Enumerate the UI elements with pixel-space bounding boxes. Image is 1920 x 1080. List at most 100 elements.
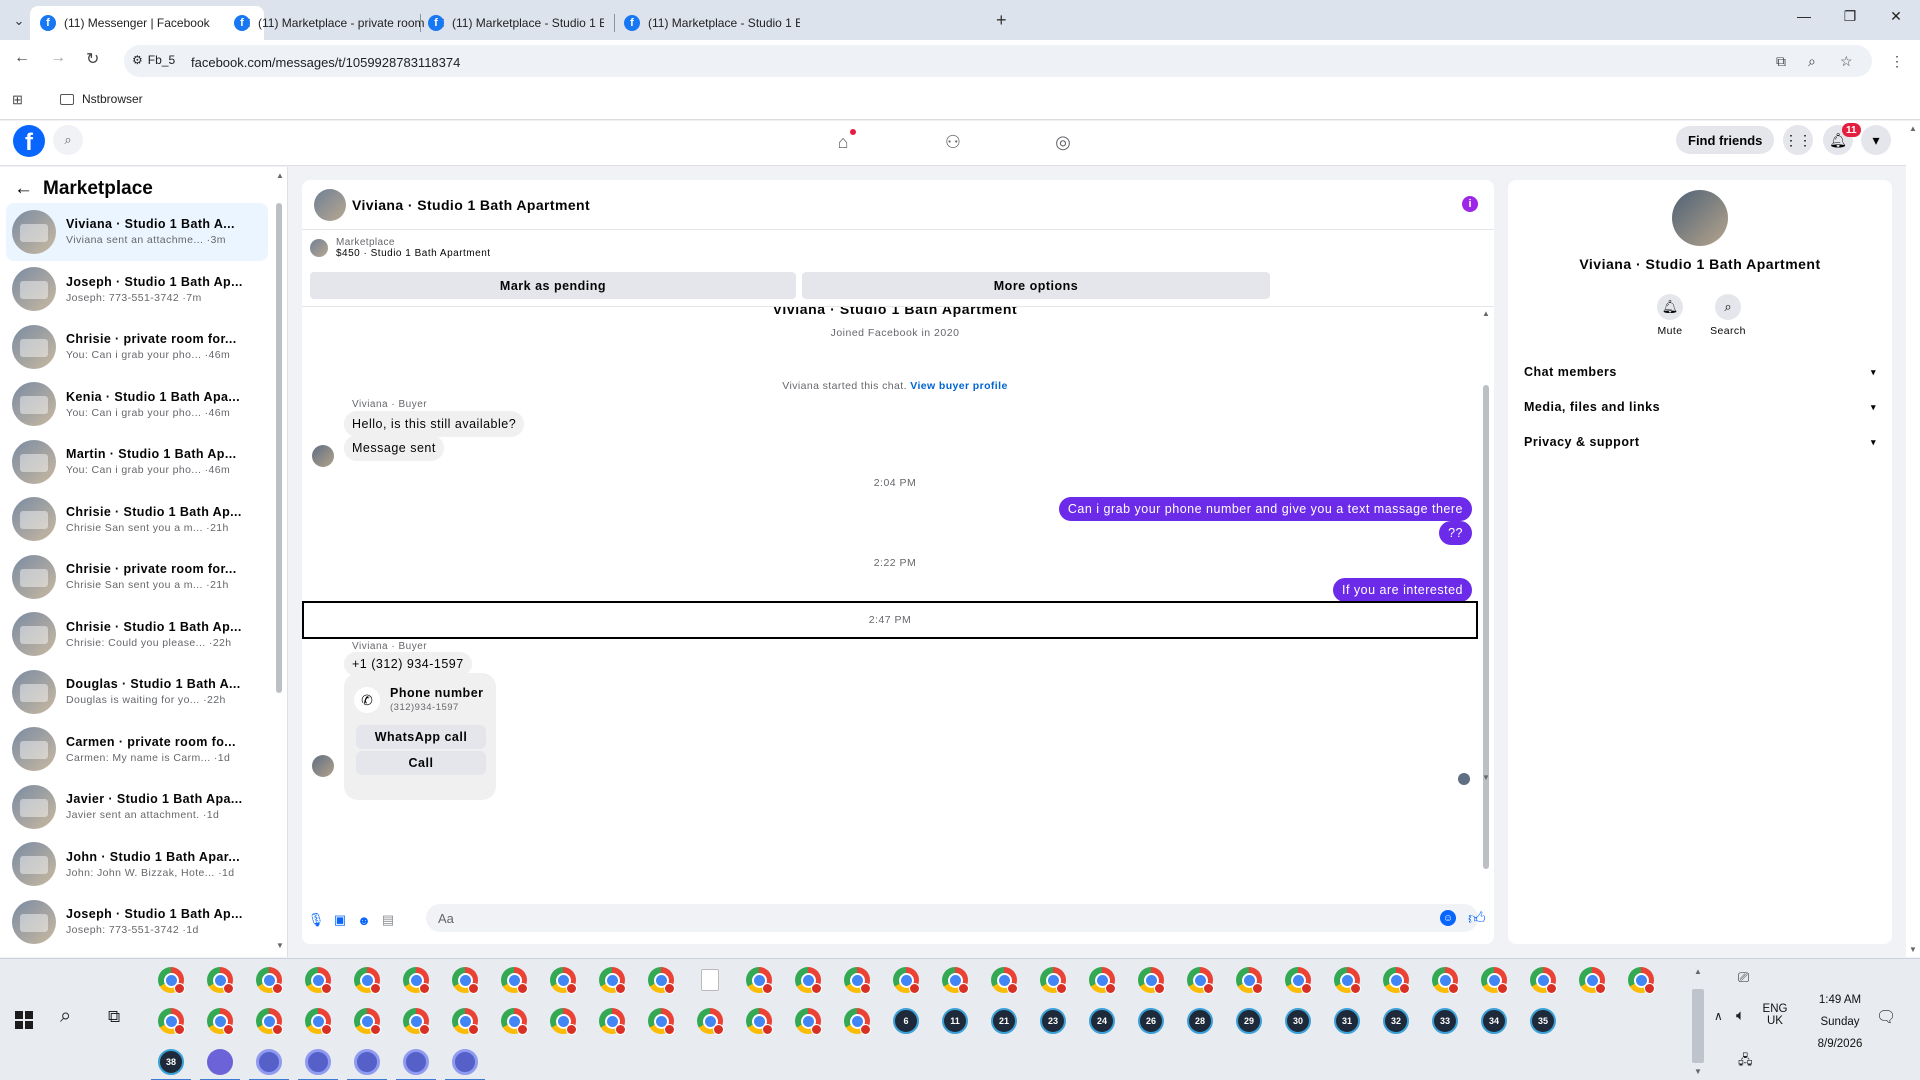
clock[interactable]: 1:49 AM Sunday 8/9/2026 <box>1800 989 1880 1055</box>
apps-grid-icon[interactable]: ⊞ <box>12 92 23 108</box>
input-language[interactable]: ENG UK <box>1760 1003 1790 1027</box>
chrome-profile-icon[interactable] <box>1530 967 1557 994</box>
gif-icon[interactable]: ▤ <box>380 912 396 928</box>
taskbar-scrollbar[interactable] <box>1692 989 1704 1063</box>
numbered-app-icon[interactable]: 31 <box>1334 1008 1360 1034</box>
task-view-icon[interactable]: ⧉ <box>108 1007 120 1027</box>
site-info-badge[interactable]: ⚙ Fb_5 <box>132 53 175 67</box>
outgoing-message[interactable]: If you are interested <box>1333 578 1472 602</box>
search-icon[interactable]: ⌕ <box>60 1005 71 1028</box>
zoom-icon[interactable]: ⌕ <box>1808 53 1816 70</box>
chrome-profile-icon[interactable] <box>1334 967 1361 994</box>
conversation-item[interactable]: Martin · Studio 1 Bath Ap... You: Can i g… <box>6 433 268 491</box>
chrome-profile-icon[interactable] <box>648 1008 675 1035</box>
reload-icon[interactable]: ↻ <box>86 49 99 69</box>
numbered-app-icon[interactable]: 35 <box>1530 1008 1556 1034</box>
chrome-profile-icon[interactable] <box>1187 967 1214 994</box>
back-arrow-icon[interactable]: ← <box>14 49 30 67</box>
chrome-profile-icon[interactable] <box>158 967 185 994</box>
chrome-profile-icon[interactable] <box>158 1008 185 1035</box>
windows-start-icon[interactable] <box>15 1011 33 1029</box>
url-text[interactable]: facebook.com/messages/t/1059928783118374 <box>191 55 460 70</box>
chrome-profile-icon[interactable] <box>354 1008 381 1035</box>
section-media-files-links[interactable]: Media, files and links ▾ <box>1520 394 1880 420</box>
chrome-profile-icon[interactable] <box>1089 967 1116 994</box>
numbered-app-icon[interactable]: 33 <box>1432 1008 1458 1034</box>
chromium-icon[interactable] <box>256 1049 282 1075</box>
chrome-profile-icon[interactable] <box>746 1008 773 1035</box>
chrome-profile-icon[interactable] <box>452 967 479 994</box>
volume-icon[interactable]: 🔈︎ <box>1736 1007 1745 1024</box>
avatar[interactable] <box>314 189 346 221</box>
chrome-profile-icon[interactable] <box>305 967 332 994</box>
new-tab-button[interactable]: + <box>996 10 1007 31</box>
sidebar-scrollbar[interactable] <box>276 203 282 693</box>
conversation-item[interactable]: Javier · Studio 1 Bath Apa... Javier sent… <box>6 778 268 836</box>
chrome-profile-icon[interactable] <box>1285 967 1312 994</box>
chromium-icon[interactable] <box>354 1049 380 1075</box>
thread-scrollbar[interactable] <box>1483 385 1489 869</box>
sticker-icon[interactable]: ☻ <box>356 912 372 928</box>
chrome-profile-icon[interactable] <box>1481 967 1508 994</box>
nstbrowser-icon[interactable] <box>207 1049 233 1075</box>
browser-tab-marketplace-studio[interactable]: f (11) Marketplace - Studio 1 Bath <box>418 6 614 40</box>
notification-center-icon[interactable]: 🗨︎ <box>1876 1007 1896 1027</box>
bookmark-star-icon[interactable]: ☆ <box>1840 53 1853 70</box>
scroll-up-icon[interactable]: ▲ <box>1482 309 1490 318</box>
numbered-app-icon[interactable]: 26 <box>1138 1008 1164 1034</box>
back-arrow-icon[interactable]: ← <box>14 178 33 200</box>
forward-arrow-icon[interactable]: → <box>50 49 66 67</box>
section-privacy-support[interactable]: Privacy & support ▾ <box>1520 429 1880 455</box>
conversation-item[interactable]: Viviana · Studio 1 Bath A... Viviana sent… <box>6 203 268 261</box>
chevron-up-icon[interactable]: ∧ <box>1714 1009 1723 1023</box>
page-scrollbar[interactable]: ▲ ▼ <box>1906 121 1920 957</box>
restore-button[interactable]: ❐ <box>1827 8 1873 25</box>
chrome-profile-icon[interactable] <box>354 967 381 994</box>
message-input[interactable] <box>426 904 1478 932</box>
tablet-mode-icon[interactable]: ⎚ <box>1738 969 1749 986</box>
mark-as-pending-button[interactable]: Mark as pending <box>310 272 796 299</box>
groups-icon[interactable]: ◎ <box>1048 127 1078 157</box>
emoji-icon[interactable]: ☺ <box>1440 910 1456 926</box>
microphone-icon[interactable]: 🎙︎ <box>308 912 325 928</box>
more-options-button[interactable]: More options <box>802 272 1270 299</box>
chromium-icon[interactable] <box>452 1049 478 1075</box>
avatar[interactable] <box>312 755 334 777</box>
chrome-profile-icon[interactable] <box>1628 967 1655 994</box>
chrome-profile-icon[interactable] <box>207 967 234 994</box>
info-icon[interactable]: i <box>1462 196 1478 212</box>
whatsapp-call-button[interactable]: WhatsApp call <box>356 725 486 749</box>
bookmark-folder-nstbrowser[interactable]: Nstbrowser <box>60 92 143 106</box>
chrome-profile-icon[interactable] <box>893 967 920 994</box>
numbered-app-icon[interactable]: 6 <box>893 1008 919 1034</box>
chrome-profile-icon[interactable] <box>256 967 283 994</box>
numbered-app-icon[interactable]: 38 <box>158 1049 184 1075</box>
search-icon[interactable]: ⌕ <box>53 125 83 155</box>
browser-menu-icon[interactable]: ⋮ <box>1890 53 1904 70</box>
chrome-profile-icon[interactable] <box>550 1008 577 1035</box>
chrome-profile-icon[interactable] <box>1432 967 1459 994</box>
chrome-profile-icon[interactable] <box>550 967 577 994</box>
chrome-profile-icon[interactable] <box>207 1008 234 1035</box>
numbered-app-icon[interactable]: 28 <box>1187 1008 1213 1034</box>
chrome-profile-icon[interactable] <box>844 1008 871 1035</box>
conversation-item[interactable]: Chrisie · Studio 1 Bath Ap... Chrisie: Co… <box>6 606 268 664</box>
chrome-profile-icon[interactable] <box>844 967 871 994</box>
chrome-profile-icon[interactable] <box>746 967 773 994</box>
account-chevron-icon[interactable]: ▾ <box>1861 125 1891 155</box>
chat-title[interactable]: Viviana · Studio 1 Bath Apartment <box>352 197 590 213</box>
install-app-icon[interactable]: ⧉ <box>1776 53 1786 70</box>
call-button[interactable]: Call <box>356 751 486 775</box>
facebook-logo-icon[interactable]: f <box>13 125 45 157</box>
numbered-app-icon[interactable]: 21 <box>991 1008 1017 1034</box>
conversation-item[interactable]: Kenia · Studio 1 Bath Apa... You: Can i g… <box>6 376 268 434</box>
minimize-button[interactable]: — <box>1781 8 1827 24</box>
chrome-profile-icon[interactable] <box>501 967 528 994</box>
mute-button[interactable]: 🔔︎ Mute <box>1640 294 1700 337</box>
conversation-item[interactable]: Chrisie · private room for... You: Can i … <box>6 318 268 376</box>
chrome-profile-icon[interactable] <box>501 1008 528 1035</box>
numbered-app-icon[interactable]: 11 <box>942 1008 968 1034</box>
numbered-app-icon[interactable]: 32 <box>1383 1008 1409 1034</box>
chrome-profile-icon[interactable] <box>1138 967 1165 994</box>
conversation-item[interactable]: John · Studio 1 Bath Apar... John: John W… <box>6 836 268 894</box>
